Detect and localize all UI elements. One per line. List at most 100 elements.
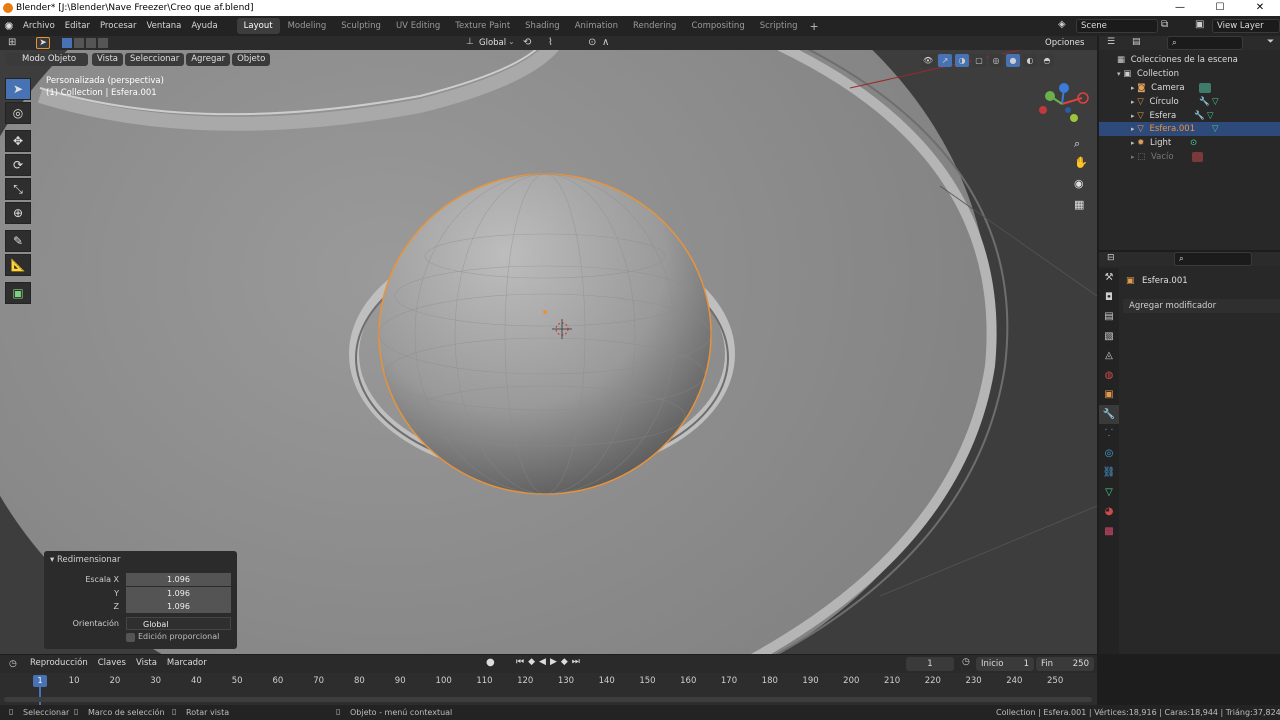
pan-icon[interactable]: ✋ — [1074, 156, 1088, 169]
pivot-icon[interactable]: ⟲ — [523, 37, 531, 48]
options-dropdown[interactable]: Opciones — [1045, 38, 1084, 48]
texture-tab-icon[interactable]: ▩ — [1099, 522, 1119, 542]
outliner-editor-icon[interactable]: ☰ — [1107, 37, 1115, 47]
scene-tab-icon[interactable]: ◬ — [1099, 346, 1119, 366]
menu-claves[interactable]: Claves — [98, 658, 126, 668]
particles-tab-icon[interactable]: ⸪ — [1099, 424, 1119, 444]
render-tab-icon[interactable]: ◘ — [1099, 288, 1119, 308]
end-frame-field[interactable]: Fin 250 — [1036, 657, 1094, 671]
view-layer-tab-icon[interactable]: ▧ — [1099, 327, 1119, 347]
menu-ayuda[interactable]: Ayuda — [186, 16, 222, 36]
tab-uv-editing[interactable]: UV Editing — [389, 18, 447, 34]
snap-icon[interactable]: ⌇ — [548, 37, 553, 48]
menu-seleccionar[interactable]: Seleccionar — [125, 53, 185, 66]
expand-icon[interactable]: ▸ — [1131, 112, 1135, 120]
data-tab-icon[interactable]: ▽ — [1099, 483, 1119, 503]
proportional-edit-icon[interactable]: ⊙ — [588, 37, 596, 48]
tab-layout[interactable]: Layout — [236, 18, 280, 34]
annotate-tool-icon[interactable]: ✎ — [5, 230, 31, 252]
menu-archivo[interactable]: Archivo — [18, 16, 60, 36]
scene-field[interactable]: Scene — [1076, 19, 1158, 33]
menu-vista-timeline[interactable]: Vista — [136, 658, 157, 668]
orientation-dropdown[interactable]: Global — [479, 38, 506, 48]
menu-vista[interactable]: Vista — [92, 53, 124, 66]
scene-selector-icon[interactable]: ◈ — [1058, 19, 1066, 30]
world-tab-icon[interactable]: ◍ — [1099, 366, 1119, 386]
view-layer-icon[interactable]: ▣ — [1195, 19, 1204, 30]
menu-procesar[interactable]: Procesar — [95, 16, 142, 36]
camera-view-icon[interactable]: ◉ — [1074, 177, 1084, 190]
tool-tab-icon[interactable]: ⚒ — [1099, 268, 1119, 288]
expand-icon[interactable]: ▸ — [1131, 98, 1135, 106]
output-tab-icon[interactable]: ▤ — [1099, 307, 1119, 327]
preview-range-icon[interactable]: ◷ — [962, 657, 970, 667]
jump-start-icon[interactable]: ⏮ — [516, 657, 524, 667]
perspective-toggle-icon[interactable]: ▦ — [1074, 198, 1084, 211]
properties-search-input[interactable]: ⌕ — [1174, 252, 1252, 266]
expand-icon[interactable]: ▾ — [1117, 70, 1121, 78]
menu-reproduccion[interactable]: Reproducción — [30, 658, 88, 668]
cursor-tool-icon[interactable]: ◎ — [5, 102, 31, 124]
outliner-display-icon[interactable]: ▤ — [1132, 37, 1141, 47]
properties-editor-icon[interactable]: ⊟ — [1107, 253, 1115, 263]
navigation-gizmo[interactable] — [1038, 80, 1092, 134]
current-frame-field[interactable]: 1 — [906, 657, 954, 671]
constraints-tab-icon[interactable]: ⛓ — [1099, 463, 1119, 483]
wireframe-shading-icon[interactable]: ◎ — [989, 54, 1003, 67]
visibility-icon[interactable]: 👁 — [921, 54, 935, 67]
new-scene-icon[interactable]: ⧉ — [1161, 19, 1168, 30]
tab-sculpting[interactable]: Sculpting — [334, 18, 388, 34]
record-button[interactable]: ● — [486, 657, 495, 668]
play-icon[interactable]: ▶ — [550, 657, 557, 667]
outliner-root[interactable]: ▦ Colecciones de la escena — [1099, 53, 1280, 67]
rendered-shading-icon[interactable]: ◓ — [1040, 54, 1054, 67]
maximize-button[interactable]: ☐ — [1200, 0, 1240, 16]
outliner-item-selected[interactable]: ▸ ▽ Esfera.001 ▽ — [1099, 122, 1280, 136]
add-modifier-button[interactable]: Agregar modificador — [1123, 299, 1280, 313]
outliner-search-input[interactable]: ⌕ — [1167, 36, 1243, 50]
scale-x-field[interactable]: 1.096 — [126, 573, 231, 586]
mode-dropdown[interactable]: Modo Objeto — [6, 53, 89, 66]
move-tool-icon[interactable]: ✥ — [5, 130, 31, 152]
object-tab-icon[interactable]: ▣ — [1099, 385, 1119, 405]
modifier-tab-icon[interactable]: 🔧 — [1099, 404, 1119, 424]
outliner-item[interactable]: ▸ ◙ Camera — [1099, 81, 1280, 95]
menu-marcador[interactable]: Marcador — [167, 658, 207, 668]
tab-shading[interactable]: Shading — [518, 18, 567, 34]
solid-shading-icon[interactable]: ● — [1006, 54, 1020, 67]
scale-z-field[interactable]: 1.096 — [126, 600, 231, 613]
outliner-collection[interactable]: ▾ ▣ Collection — [1099, 67, 1280, 81]
gizmo-icon[interactable]: ↗ — [938, 54, 952, 67]
playhead[interactable]: 1 — [33, 675, 47, 687]
material-tab-icon[interactable]: ◕ — [1099, 502, 1119, 522]
rotate-tool-icon[interactable]: ⟳ — [5, 154, 31, 176]
overlay-icon[interactable]: ◑ — [955, 54, 969, 67]
menu-agregar[interactable]: Agregar — [186, 53, 231, 66]
tab-scripting[interactable]: Scripting — [753, 18, 805, 34]
expand-icon[interactable]: ▸ — [1131, 125, 1135, 133]
tab-animation[interactable]: Animation — [568, 18, 625, 34]
zoom-icon[interactable]: ⌕ — [1074, 137, 1080, 151]
redo-panel-title[interactable]: ▾ Redimensionar — [50, 555, 120, 565]
next-keyframe-icon[interactable]: ◆ — [561, 657, 568, 667]
expand-icon[interactable]: ▸ — [1131, 153, 1135, 161]
xray-icon[interactable]: ▢ — [972, 54, 986, 67]
menu-editar[interactable]: Editar — [60, 16, 95, 36]
timeline-scrollbar[interactable] — [4, 697, 1092, 702]
menu-ventana[interactable]: Ventana — [141, 16, 186, 36]
tab-texture-paint[interactable]: Texture Paint — [448, 18, 517, 34]
add-workspace-icon[interactable]: + — [810, 20, 819, 33]
orientation-select[interactable]: Global — [126, 617, 231, 630]
prev-keyframe-icon[interactable]: ◆ — [528, 657, 535, 667]
outliner-item[interactable]: ▸ ▽ Círculo 🔧 ▽ — [1099, 95, 1280, 109]
outliner-item[interactable]: ▸ ▽ Esfera 🔧 ▽ — [1099, 109, 1280, 123]
tab-modeling[interactable]: Modeling — [281, 18, 334, 34]
physics-tab-icon[interactable]: ◎ — [1099, 444, 1119, 464]
tab-compositing[interactable]: Compositing — [684, 18, 751, 34]
falloff-icon[interactable]: ∧ — [602, 37, 609, 48]
timeline-ruler[interactable]: 10 20 30 40 50 60 70 80 90 100 110 120 130 140 150 160 1… — [0, 673, 1097, 705]
material-shading-icon[interactable]: ◐ — [1023, 54, 1037, 67]
play-reverse-icon[interactable]: ◀ — [539, 657, 546, 667]
expand-icon[interactable]: ▸ — [1131, 139, 1135, 147]
tab-rendering[interactable]: Rendering — [626, 18, 683, 34]
